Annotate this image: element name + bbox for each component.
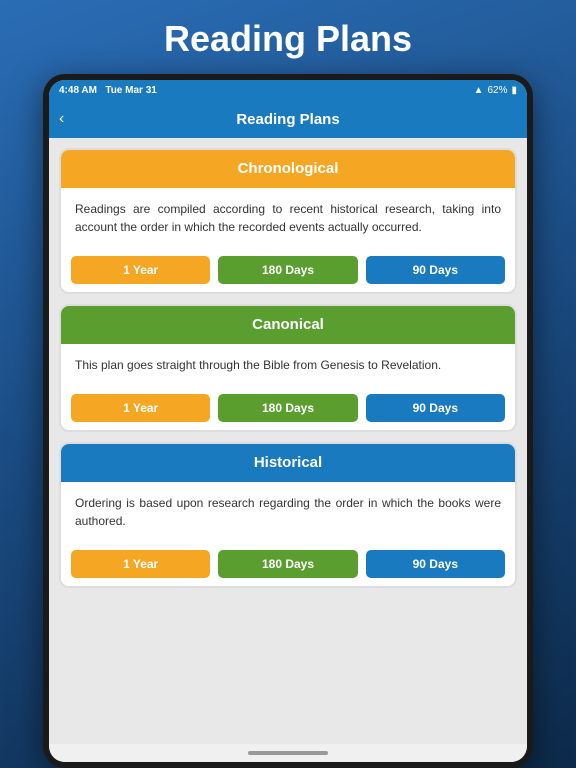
wifi-icon: ▲ [474, 85, 484, 96]
home-indicator [49, 744, 527, 762]
plan-card-footer-canonical: 1 Year 180 Days 90 Days [61, 386, 515, 430]
plan-card-chronological: Chronological Readings are compiled acco… [59, 148, 517, 294]
canonical-1year-button[interactable]: 1 Year [71, 394, 210, 422]
battery-icon: ▮ [511, 85, 517, 96]
plan-card-footer-historical: 1 Year 180 Days 90 Days [61, 542, 515, 586]
historical-1year-button[interactable]: 1 Year [71, 550, 210, 578]
chronological-180days-button[interactable]: 180 Days [218, 256, 357, 284]
plan-card-footer-chronological: 1 Year 180 Days 90 Days [61, 248, 515, 292]
chronological-90days-button[interactable]: 90 Days [366, 256, 505, 284]
status-bar: 4:48 AM Tue Mar 31 ▲ 62% ▮ [49, 80, 527, 100]
historical-90days-button[interactable]: 90 Days [366, 550, 505, 578]
device-screen: 4:48 AM Tue Mar 31 ▲ 62% ▮ ‹ Reading Pla… [49, 80, 527, 762]
plan-card-body-canonical: This plan goes straight through the Bibl… [61, 344, 515, 386]
nav-bar: ‹ Reading Plans [49, 100, 527, 138]
canonical-180days-button[interactable]: 180 Days [218, 394, 357, 422]
plan-card-body-chronological: Readings are compiled according to recen… [61, 188, 515, 248]
page-title: Reading Plans [0, 0, 576, 74]
plan-description-chronological: Readings are compiled according to recen… [75, 200, 501, 236]
device-wrapper: 4:48 AM Tue Mar 31 ▲ 62% ▮ ‹ Reading Pla… [43, 74, 533, 768]
battery-text: 62% [487, 85, 507, 96]
nav-title: Reading Plans [236, 111, 339, 128]
home-bar [248, 751, 328, 755]
plan-description-historical: Ordering is based upon research regardin… [75, 494, 501, 530]
plan-card-historical: Historical Ordering is based upon resear… [59, 442, 517, 588]
plan-card-body-historical: Ordering is based upon research regardin… [61, 482, 515, 542]
plan-title-historical: Historical [254, 454, 322, 471]
status-right: ▲ 62% ▮ [474, 85, 517, 96]
plan-description-canonical: This plan goes straight through the Bibl… [75, 356, 501, 374]
back-button[interactable]: ‹ [59, 110, 64, 128]
chronological-1year-button[interactable]: 1 Year [71, 256, 210, 284]
content-area: Chronological Readings are compiled acco… [49, 138, 527, 744]
plan-card-header-canonical: Canonical [61, 306, 515, 344]
plan-title-canonical: Canonical [252, 316, 324, 333]
plan-title-chronological: Chronological [238, 160, 339, 177]
plan-card-canonical: Canonical This plan goes straight throug… [59, 304, 517, 432]
historical-180days-button[interactable]: 180 Days [218, 550, 357, 578]
plan-card-header-historical: Historical [61, 444, 515, 482]
canonical-90days-button[interactable]: 90 Days [366, 394, 505, 422]
plan-card-header-chronological: Chronological [61, 150, 515, 188]
status-time: 4:48 AM Tue Mar 31 [59, 85, 157, 96]
